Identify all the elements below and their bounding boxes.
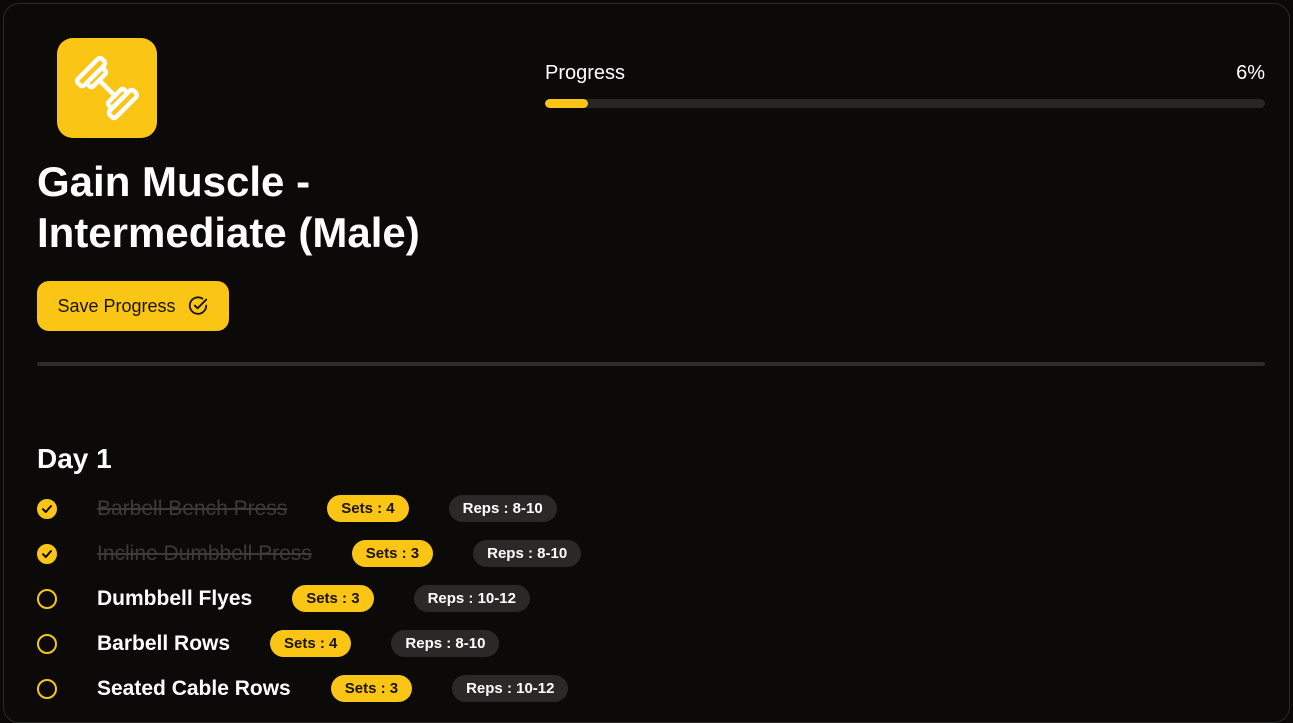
sets-badge: Sets : 4 <box>327 495 409 522</box>
save-progress-button[interactable]: Save Progress <box>37 281 229 331</box>
exercise-checkbox[interactable] <box>37 678 57 699</box>
reps-badge: Reps : 8-10 <box>473 540 582 567</box>
exercise-list: Barbell Bench Press Sets : 4 Reps : 8-10 In… <box>37 486 582 711</box>
exercise-name: Barbell Rows <box>97 631 231 655</box>
progress-percent: 6% <box>1236 62 1265 84</box>
reps-badge: Reps : 8-10 <box>391 630 500 657</box>
progress-bar-fill <box>545 99 589 108</box>
checkmark-icon <box>42 504 52 513</box>
exercise-name: Incline Dumbbell Press <box>97 541 312 565</box>
exercise-name: Dumbbell Flyes <box>97 586 253 610</box>
exercise-checkbox[interactable] <box>37 633 57 654</box>
app-logo <box>57 38 157 138</box>
sets-badge: Sets : 3 <box>330 675 413 702</box>
day-title: Day 1 <box>37 443 112 474</box>
exercise-checkbox-checked[interactable] <box>37 543 57 564</box>
plan-panel: Progress 6% Gain Muscle - Intermediate (… <box>3 3 1290 723</box>
progress-section: Progress 6% <box>545 60 1265 108</box>
exercise-row: Barbell Rows Sets : 4 Reps : 8-10 <box>37 621 581 666</box>
exercise-row: Dumbbell Flyes Sets : 3 Reps : 10-12 <box>37 576 581 621</box>
save-progress-label: Save Progress <box>57 295 176 316</box>
sets-badge: Sets : 3 <box>292 585 374 612</box>
checkmark-icon <box>42 549 52 558</box>
sets-badge: Sets : 4 <box>270 630 352 657</box>
reps-badge: Reps : 10-12 <box>413 585 530 612</box>
exercise-checkbox[interactable] <box>37 588 57 609</box>
exercise-name: Barbell Bench Press <box>97 496 288 520</box>
exercise-checkbox-checked[interactable] <box>37 498 57 519</box>
reps-badge: Reps : 10-12 <box>452 675 569 702</box>
exercise-row: Incline Dumbbell Press Sets : 3 Reps : 8-1… <box>37 531 582 576</box>
sets-badge: Sets : 3 <box>351 540 434 567</box>
progress-bar <box>545 99 1265 108</box>
progress-label: Progress <box>545 62 626 84</box>
section-divider <box>37 362 1265 366</box>
check-circle-icon <box>188 296 207 315</box>
exercise-row: Barbell Bench Press Sets : 4 Reps : 8-10 <box>37 486 581 531</box>
exercise-name: Seated Cable Rows <box>97 676 291 700</box>
reps-badge: Reps : 8-10 <box>448 495 557 522</box>
page-title: Gain Muscle - Intermediate (Male) <box>37 158 420 256</box>
exercise-row: Seated Cable Rows Sets : 3 Reps : 10-12 <box>37 666 581 711</box>
dumbbell-icon <box>74 55 140 121</box>
